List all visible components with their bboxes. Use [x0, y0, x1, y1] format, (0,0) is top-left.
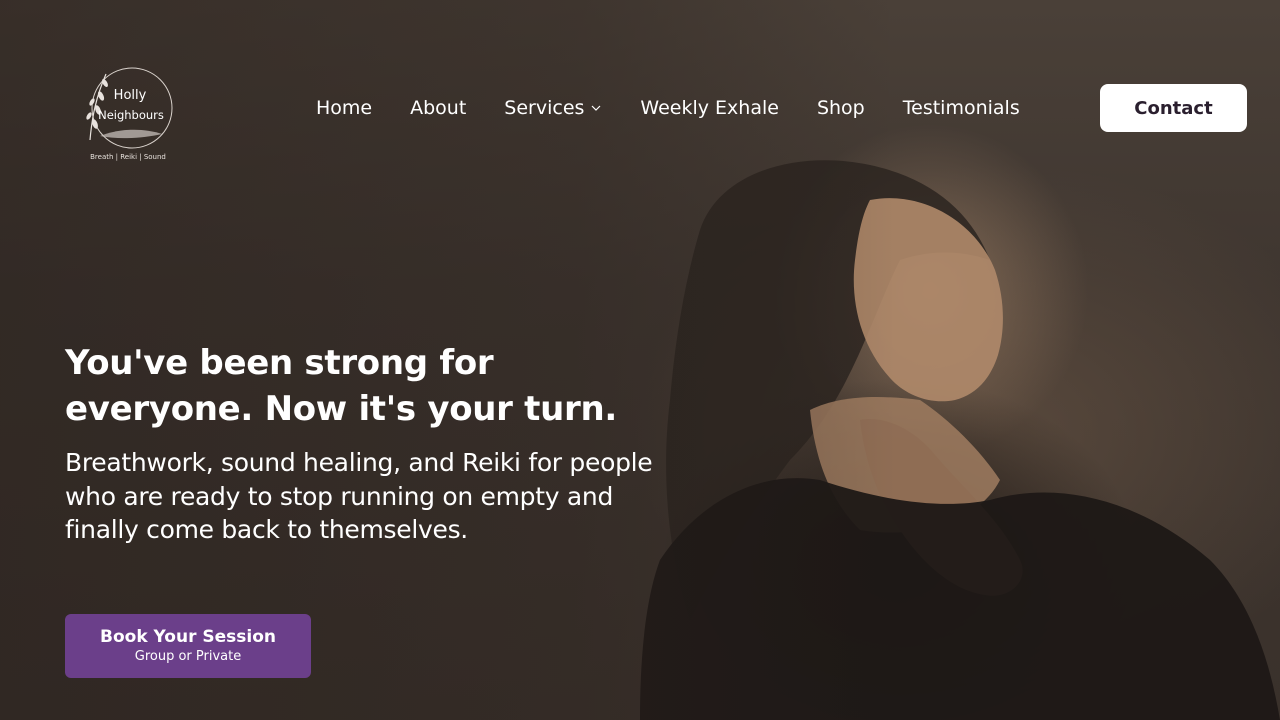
nav-item-about[interactable]: About: [410, 97, 466, 119]
book-session-label: Book Your Session: [100, 627, 276, 647]
chevron-down-icon: [591, 105, 601, 111]
hero-headline-line1: You've been strong for: [65, 343, 494, 383]
nav-item-label: About: [410, 97, 467, 119]
feather-leaf-icon: [86, 73, 162, 141]
nav-item-label: Weekly Exhale: [640, 97, 779, 119]
nav-item-home[interactable]: Home: [316, 97, 372, 119]
hero-headline: You've been strong for everyone. Now it'…: [65, 340, 685, 432]
nav-item-label: Home: [316, 97, 373, 119]
book-session-sublabel: Group or Private: [134, 649, 242, 664]
brand-logo[interactable]: Holly Neighbours Breath | Reiki | Sound: [80, 62, 176, 166]
nav-item-shop[interactable]: Shop: [817, 97, 865, 119]
hero-headline-line2: everyone. Now it's your turn.: [65, 389, 618, 429]
brand-name-line2: Neighbours: [98, 108, 164, 122]
brand-tagline: Breath | Reiki | Sound: [90, 153, 166, 161]
book-session-button[interactable]: Book Your Session Group or Private: [65, 614, 311, 678]
nav-item-weekly-exhale[interactable]: Weekly Exhale: [640, 97, 779, 119]
nav-item-label: Shop: [816, 97, 865, 119]
nav-item-services[interactable]: Services: [504, 97, 602, 119]
nav-item-label: Services: [504, 97, 585, 119]
page: Holly Neighbours Breath | Reiki | Sound …: [0, 0, 1280, 720]
contact-button[interactable]: Contact: [1100, 84, 1247, 132]
nav-item-label: Testimonials: [902, 97, 1020, 119]
nav-item-testimonials[interactable]: Testimonials: [903, 97, 1020, 119]
brand-name-line1: Holly: [114, 88, 147, 103]
hero-subtext: Breathwork, sound healing, and Reiki for…: [65, 448, 653, 544]
main-nav: Home About Services Weekly Exhale Shop T…: [316, 84, 1058, 132]
